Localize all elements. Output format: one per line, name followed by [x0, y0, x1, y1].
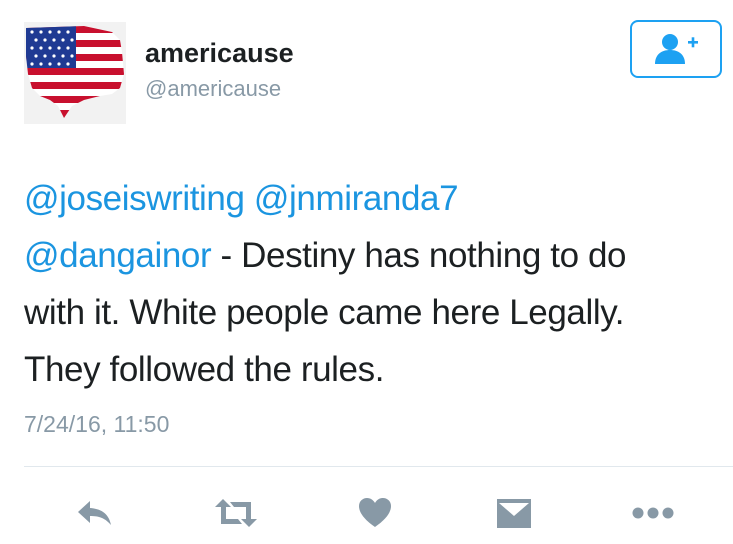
tweet-line: @dangainor - Destiny has nothing to do [24, 227, 729, 284]
display-name[interactable]: americause [145, 38, 294, 69]
reply-button[interactable] [65, 488, 125, 538]
follow-button[interactable] [630, 20, 722, 78]
like-button[interactable] [345, 488, 405, 538]
tweet-body-text: - Destiny has nothing to do [211, 236, 627, 275]
us-flag-map-icon [24, 22, 126, 124]
more-icon [632, 507, 674, 519]
tweet-text: @joseiswriting @jnmiranda7 @dangainor - … [24, 170, 729, 398]
tweet-line: @joseiswriting @jnmiranda7 [24, 170, 729, 227]
add-user-icon [655, 34, 698, 64]
retweet-icon [215, 499, 257, 527]
more-button[interactable] [623, 488, 683, 538]
retweet-button[interactable] [206, 488, 266, 538]
like-icon [359, 498, 391, 527]
mention-link[interactable]: @joseiswriting [24, 179, 245, 218]
tweet-timestamp[interactable]: 7/24/16, 11:50 [24, 411, 169, 438]
mention-link[interactable]: @dangainor [24, 236, 212, 275]
tweet-body-text: They followed the rules. [24, 350, 385, 389]
mention-link[interactable]: @jnmiranda7 [254, 179, 459, 218]
avatar[interactable] [24, 22, 126, 124]
tweet-body-text: with it. White people came here Legally. [24, 293, 625, 332]
reply-icon [78, 501, 111, 525]
user-handle[interactable]: @americause [145, 76, 281, 102]
tweet-actions-bar [0, 488, 733, 538]
direct-message-button[interactable] [484, 488, 544, 538]
divider [24, 466, 733, 467]
direct-message-icon [497, 499, 531, 528]
